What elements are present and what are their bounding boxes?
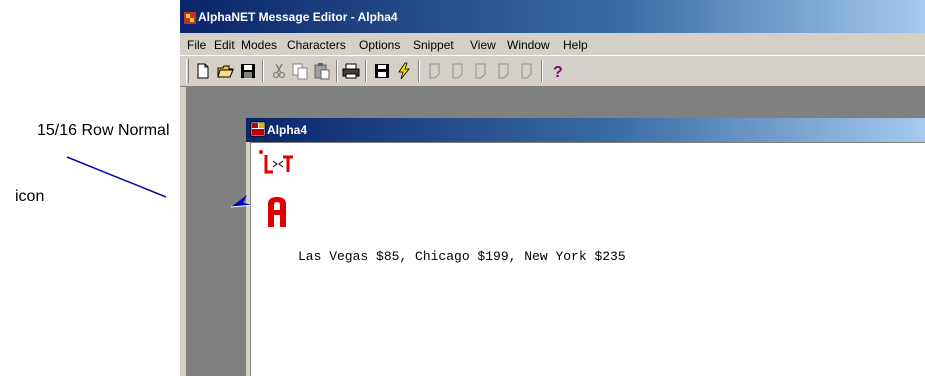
menu-view[interactable]: View (470, 38, 496, 52)
child-title: Alpha4 (267, 123, 308, 137)
toolbar-separator (418, 60, 420, 82)
print-icon[interactable] (342, 62, 360, 80)
page-4-icon[interactable] (495, 62, 513, 80)
document-icon (250, 121, 266, 137)
open-folder-icon[interactable] (217, 62, 235, 80)
page-5-icon[interactable] (518, 62, 536, 80)
cut-icon[interactable] (270, 62, 288, 80)
copy-icon[interactable] (291, 62, 309, 80)
menu-edit[interactable]: Edit (214, 38, 235, 52)
app-title: AlphaNET Message Editor - Alpha4 (198, 10, 398, 24)
toolbar: ? (180, 55, 925, 87)
toolbar-separator (541, 60, 543, 82)
menu-window[interactable]: Window (507, 38, 550, 52)
mdi-left-border (180, 87, 186, 376)
pointer-arrow-icon (230, 195, 254, 208)
page-1-icon[interactable] (426, 62, 444, 80)
paste-icon[interactable] (313, 62, 331, 80)
toolbar-grip[interactable] (186, 59, 189, 83)
app-logo-icon (184, 12, 196, 24)
send-lightning-icon[interactable] (395, 62, 413, 80)
page-3-icon[interactable] (472, 62, 490, 80)
message-editor[interactable]: Las Vegas $85, Chicago $199, New York $2… (230, 142, 925, 376)
toolbar-separator (365, 60, 367, 82)
save-disk-icon[interactable] (373, 62, 391, 80)
save-icon[interactable] (239, 62, 257, 80)
menubar: File Edit Modes Characters Options Snipp… (180, 33, 925, 55)
menu-characters[interactable]: Characters (287, 38, 346, 52)
child-window: Alpha4 Las Vegas $85, Chicago $199, New … (230, 118, 925, 376)
menu-help[interactable]: Help (563, 38, 588, 52)
menu-file[interactable]: File (187, 38, 206, 52)
app-titlebar[interactable]: AlphaNET Message Editor - Alpha4 (180, 0, 925, 33)
font-a-icon[interactable] (265, 196, 289, 228)
help-question-icon[interactable]: ? (548, 62, 566, 80)
child-titlebar[interactable]: Alpha4 (246, 118, 925, 142)
page-2-icon[interactable] (449, 62, 467, 80)
toolbar-separator (336, 60, 338, 82)
message-text: Las Vegas $85, Chicago $199, New York $2… (298, 249, 626, 264)
menu-modes[interactable]: Modes (241, 38, 277, 52)
toolbar-separator (262, 60, 264, 82)
new-file-icon[interactable] (194, 62, 212, 80)
row-mode-icon[interactable] (259, 150, 295, 178)
menu-options[interactable]: Options (359, 38, 400, 52)
svg-text:?: ? (553, 64, 563, 80)
menu-snippet[interactable]: Snippet (413, 38, 454, 52)
